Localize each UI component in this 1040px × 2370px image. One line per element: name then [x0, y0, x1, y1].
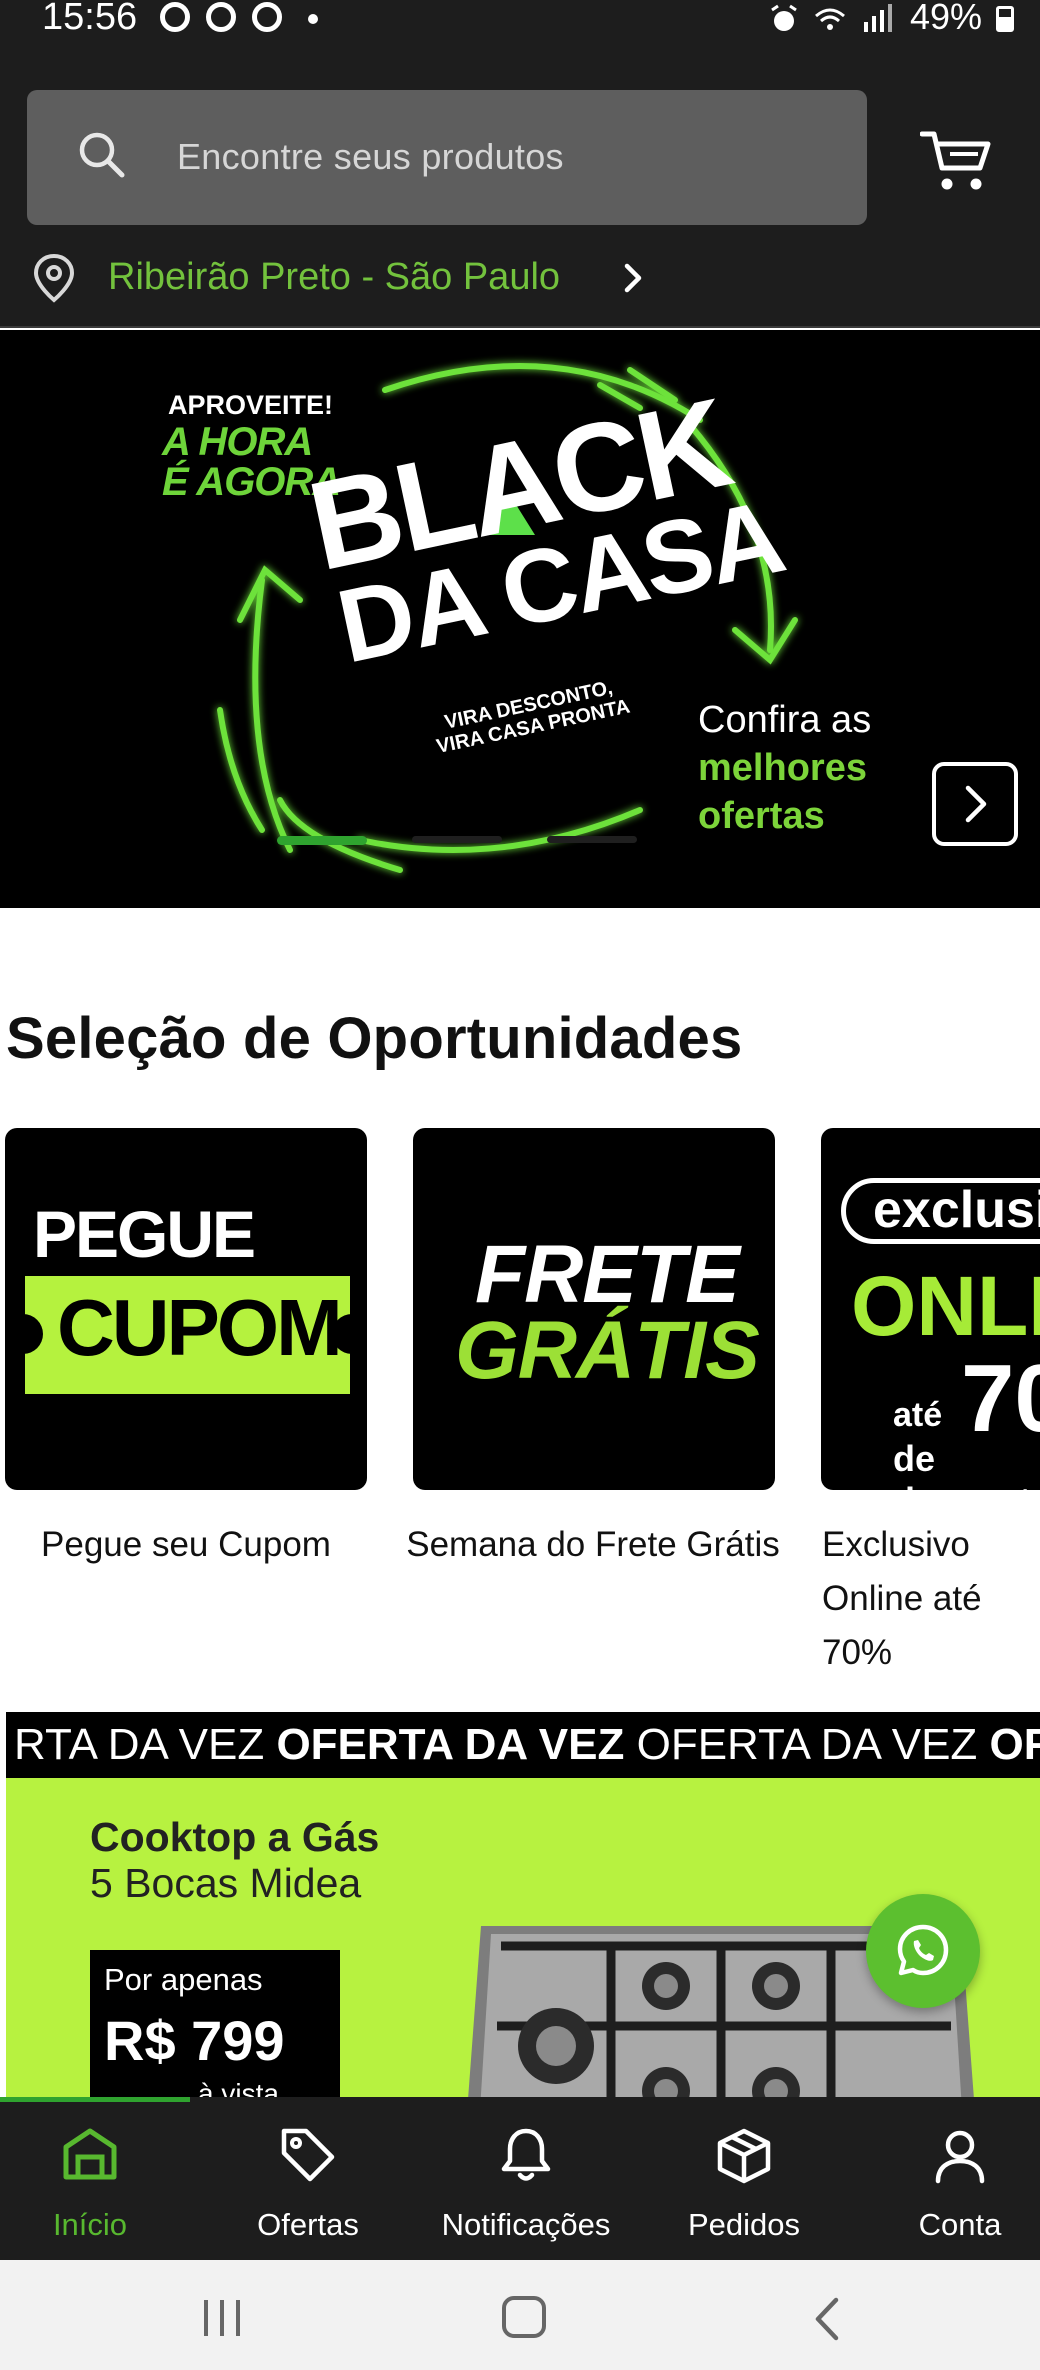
app-header: Encontre seus produtos Ribeirão Preto - … [0, 40, 1040, 328]
search-input[interactable]: Encontre seus produtos [177, 136, 564, 178]
tag-icon [281, 2128, 335, 2182]
carousel-dot[interactable] [412, 836, 502, 843]
card-label[interactable]: Exclusivo Online até 70% [816, 1518, 1040, 1680]
hero-cta-line1: Confira as [698, 699, 872, 741]
search-bar[interactable]: Encontre seus produtos [27, 90, 867, 225]
chrome-notification-icon [160, 2, 190, 32]
chevron-right-icon [624, 263, 642, 293]
hero-kicker: APROVEITE! [168, 390, 334, 420]
product-name: Cooktop a Gás [90, 1814, 380, 1860]
bell-icon [501, 2128, 551, 2181]
battery-icon [996, 6, 1014, 32]
more-notifications-icon [308, 14, 318, 24]
hero-banner[interactable]: APROVEITE! A HORA É AGORA BLACK DA CASA … [0, 330, 1040, 908]
status-bar: 15:56 49% [0, 0, 1040, 40]
card-label[interactable]: Semana do Frete Grátis [398, 1518, 788, 1572]
location-selector[interactable]: Ribeirão Preto - São Paulo [32, 248, 732, 308]
location-pin-icon [33, 253, 75, 303]
nav-label: Notificações [441, 2207, 611, 2242]
back-button[interactable] [810, 2296, 842, 2342]
search-icon [79, 132, 125, 178]
card-art-text: até [893, 1396, 943, 1434]
status-time: 15:56 [42, 0, 138, 38]
offer-marquee: RTA DA VEZ OFERTA DA VEZ OFERTA DA VEZ O… [6, 1712, 1040, 1778]
marquee-text-bold: OFERTA DA VEZ [276, 1720, 637, 1769]
app-screen: 15:56 49% Encontre seus produtos Ribeirã… [0, 0, 1040, 2370]
opportunity-card-online-exclusive[interactable]: exclusivo ONLINE até 70 de desconto [821, 1128, 1040, 1490]
chrome-notification-icon [252, 2, 282, 32]
carousel-next-button[interactable] [932, 762, 1018, 846]
card-art-text: GRÁTIS [455, 1305, 760, 1396]
nav-item-conta[interactable]: Conta [856, 2097, 1040, 2260]
nav-item-ofertas[interactable]: Ofertas [204, 2097, 412, 2260]
alarm-icon [771, 4, 797, 31]
price-value: R$ 799 [104, 2009, 285, 2072]
user-icon [935, 2130, 985, 2184]
location-label: Ribeirão Preto - São Paulo [108, 256, 561, 298]
opportunity-card-coupon[interactable]: PEGUE SEU CUPOM [5, 1128, 367, 1490]
nav-label: Ofertas [257, 2207, 359, 2242]
nav-label: Pedidos [687, 2207, 801, 2242]
hero-cta-line2: melhores [698, 747, 867, 789]
signal-icon [815, 4, 892, 32]
nav-item-pedidos[interactable]: Pedidos [640, 2097, 848, 2260]
system-navigation-bar [0, 2260, 1040, 2370]
section-title: Seleção de Oportunidades [6, 1006, 743, 1071]
battery-percent: 49% [909, 0, 982, 37]
marquee-text: OFERTA DA VEZ [636, 1720, 990, 1769]
carousel-dot-active[interactable] [277, 836, 367, 845]
hero-cta-text: Confira as melhores ofertas [698, 696, 871, 840]
nav-item-notificacoes[interactable]: Notificações [422, 2097, 630, 2260]
bottom-navigation: Início Ofertas Notificações Pedidos Cont… [0, 2097, 1040, 2260]
card-art-text: de desconto [893, 1438, 1040, 1490]
nav-label: Início [52, 2207, 128, 2242]
chevron-right-icon [965, 785, 987, 823]
price-box: Por apenas R$ 799 à vista [90, 1950, 340, 2097]
carousel-dot[interactable] [547, 836, 637, 843]
marquee-text-bold: OFE [989, 1720, 1040, 1769]
nav-item-inicio[interactable]: Início [0, 2097, 194, 2260]
chrome-notification-icon [206, 2, 236, 32]
box-icon [717, 2128, 771, 2184]
whatsapp-icon [897, 1924, 949, 1976]
card-label[interactable]: Pegue seu Cupom [0, 1518, 381, 1572]
whatsapp-button[interactable] [866, 1894, 980, 2008]
card-art-text: exclusivo [873, 1181, 1040, 1239]
opportunity-card-free-shipping[interactable]: FRETE GRÁTIS [413, 1128, 775, 1490]
cart-icon[interactable] [920, 128, 992, 194]
card-art-text: CUPOM [57, 1283, 343, 1372]
home-button[interactable] [502, 2296, 546, 2338]
product-subtitle: 5 Bocas Midea [90, 1860, 362, 1906]
home-icon [63, 2128, 117, 2180]
recent-apps-button[interactable] [200, 2298, 244, 2338]
offer-banner[interactable]: RTA DA VEZ OFERTA DA VEZ OFERTA DA VEZ O… [6, 1712, 1040, 2097]
hero-cta-line3: ofertas [698, 795, 825, 837]
card-art-text: ONLINE [851, 1259, 1040, 1353]
price-suffix: à vista [198, 2078, 279, 2097]
price-prefix: Por apenas [104, 1962, 263, 1997]
marquee-text: RTA DA VEZ [14, 1720, 277, 1769]
nav-label: Conta [918, 2207, 1002, 2242]
